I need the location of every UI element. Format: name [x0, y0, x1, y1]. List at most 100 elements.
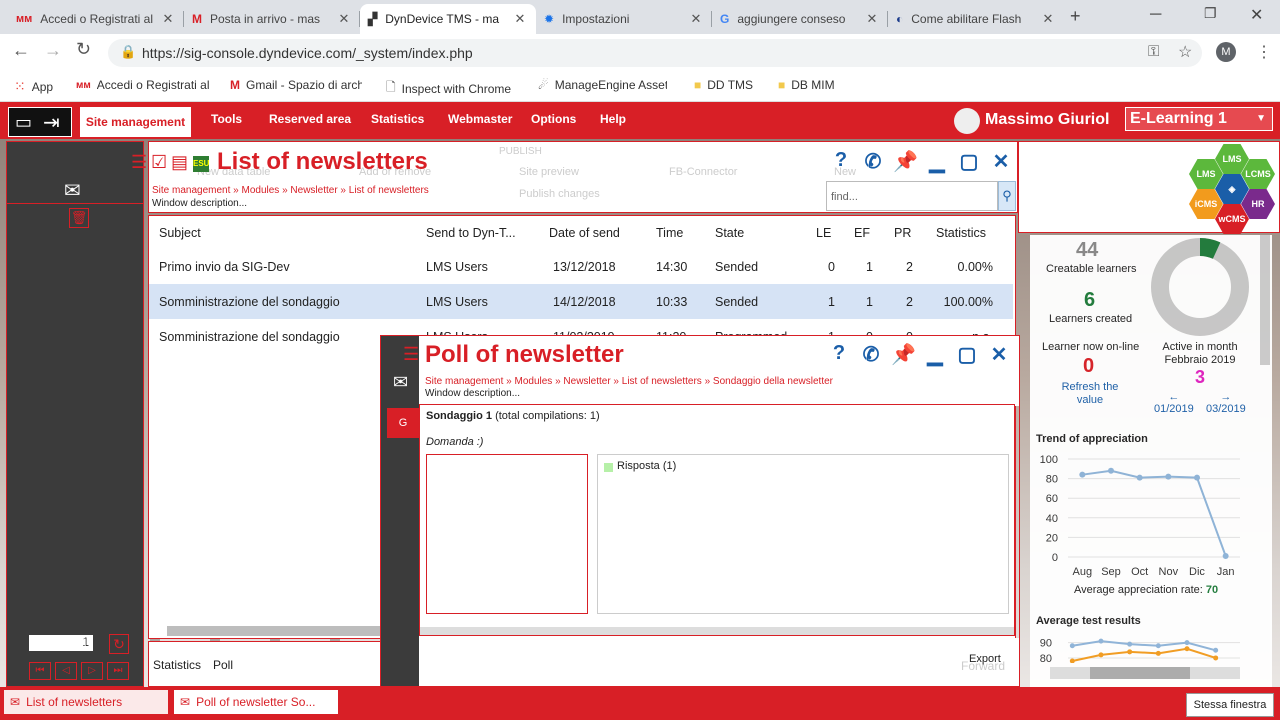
context-select[interactable]: E-Learning 1 ▼ — [1125, 107, 1273, 131]
close-tab-icon[interactable]: ✕ — [160, 11, 176, 27]
pin-icon[interactable]: 📌 — [893, 149, 918, 174]
phone-icon[interactable]: ✆ — [859, 342, 883, 367]
browser-menu-icon[interactable]: ⋮ — [1256, 42, 1272, 62]
bookmark-accedi[interactable]: ᴍᴍ Accedi o Registrati al — [76, 78, 209, 92]
minimize-icon[interactable]: ▁ — [925, 149, 949, 174]
trend-point[interactable] — [1079, 471, 1086, 478]
scroll-thumb[interactable] — [167, 626, 387, 636]
test-point[interactable] — [1069, 658, 1075, 664]
col-state[interactable]: State — [715, 216, 816, 249]
browser-tab-1[interactable]: ᴍᴍ Accedi o Registrati al ✕ — [8, 4, 184, 34]
profile-avatar[interactable]: M — [1216, 42, 1236, 62]
export-button[interactable]: Export — [969, 653, 1001, 665]
maximize-icon[interactable]: ▢ — [955, 342, 979, 367]
test-point[interactable] — [1184, 640, 1190, 646]
test-point[interactable] — [1098, 638, 1104, 644]
close-icon[interactable]: ✕ — [989, 149, 1013, 174]
test-point[interactable] — [1213, 655, 1219, 661]
col-subject[interactable]: Subject — [149, 216, 426, 249]
bookmark-gmail[interactable]: M Gmail - Spazio di arch — [230, 78, 362, 92]
col-ef[interactable]: EF — [854, 216, 894, 249]
test-point[interactable] — [1127, 649, 1133, 655]
nav-help[interactable]: Help — [600, 112, 626, 126]
nav-options[interactable]: Options — [531, 112, 576, 126]
vertical-scrollbar[interactable] — [1260, 235, 1270, 365]
restore-window-icon[interactable]: ❐ — [1204, 5, 1217, 22]
test-point[interactable] — [1127, 641, 1133, 647]
test-point[interactable] — [1155, 643, 1161, 649]
last-page-icon[interactable]: ⏭ — [107, 662, 129, 680]
esu-icon[interactable]: ESU — [193, 156, 209, 172]
test-point[interactable] — [1069, 643, 1075, 649]
test-point[interactable] — [1213, 647, 1219, 653]
trend-point[interactable] — [1194, 474, 1200, 481]
help-icon[interactable]: ? — [827, 342, 851, 365]
footer-link-poll[interactable]: Poll — [213, 658, 233, 672]
next-page-icon[interactable]: ▷ — [81, 662, 103, 680]
nav-tools[interactable]: Tools — [211, 112, 242, 126]
close-window-icon[interactable]: ✕ — [1250, 5, 1263, 25]
trend-point[interactable] — [1222, 553, 1229, 560]
close-tab-icon[interactable]: ✕ — [688, 11, 704, 27]
maximize-icon[interactable]: ▢ — [957, 149, 981, 174]
footer-link-statistics[interactable]: Statistics — [153, 658, 201, 672]
prev-month-link[interactable]: ← 01/2019 — [1154, 391, 1194, 415]
browser-tab-5[interactable]: G aggiungere conseso ✕ — [712, 4, 888, 34]
refresh-value-link[interactable]: Refresh the value — [1060, 381, 1120, 407]
table-row-selected[interactable]: Somministrazione del sondaggio LMS Users… — [149, 284, 1013, 319]
nav-statistics[interactable]: Statistics — [371, 112, 424, 126]
trash-icon[interactable]: 🗑 — [69, 208, 89, 228]
reload-icon[interactable]: ↻ — [76, 39, 91, 60]
taskbar-tab-newsletters[interactable]: ✉ List of newsletters — [4, 690, 168, 714]
col-pr[interactable]: PR — [894, 216, 936, 249]
browser-tab-3[interactable]: ▞ DynDevice TMS - ma ✕ — [360, 4, 536, 34]
forward-arrow-icon[interactable]: → — [44, 40, 62, 61]
bookmark-db-mim[interactable]: ■ DB MIM — [778, 78, 835, 92]
test-point[interactable] — [1098, 652, 1104, 658]
poll-breadcrumb[interactable]: Site management » Modules » Newsletter »… — [425, 376, 833, 387]
col-le[interactable]: LE — [816, 216, 854, 249]
next-month-link[interactable]: → 03/2019 — [1206, 391, 1246, 415]
scroll-thumb[interactable] — [1090, 667, 1190, 679]
browser-tab-6[interactable]: ◐ Come abilitare Flash ✕ — [888, 4, 1064, 34]
test-point[interactable] — [1155, 650, 1161, 656]
first-page-icon[interactable]: ⏮ — [29, 662, 51, 680]
newsletters-breadcrumb[interactable]: Site management » Modules » Newsletter »… — [152, 185, 429, 196]
nav-webmaster[interactable]: Webmaster — [448, 112, 512, 126]
phone-icon[interactable]: ✆ — [861, 149, 885, 174]
user-avatar[interactable] — [954, 108, 980, 134]
back-arrow-icon[interactable]: ← — [12, 40, 30, 61]
col-date[interactable]: Date of send — [549, 216, 656, 249]
test-point[interactable] — [1184, 646, 1190, 652]
newsletter-mail-icon[interactable]: ✉ — [393, 372, 408, 393]
url-field[interactable]: 🔒 https://sig-console.dyndevice.com/_sys… — [108, 39, 1202, 67]
poll-scrollbar[interactable] — [420, 627, 1014, 635]
close-tab-icon[interactable]: ✕ — [1040, 11, 1056, 27]
table-row[interactable]: Primo invio da SIG-Dev LMS Users 13/12/2… — [149, 249, 1013, 284]
bookmark-manageengine[interactable]: ☄ ManageEngine Asset — [538, 78, 667, 92]
nav-site-management[interactable]: Site management — [80, 107, 191, 137]
close-tab-icon[interactable]: ✕ — [336, 11, 352, 27]
col-statistics[interactable]: Statistics — [936, 216, 1013, 249]
pin-icon[interactable]: 📌 — [891, 342, 916, 367]
document-list-icon[interactable]: ▤ — [171, 152, 188, 173]
trend-point[interactable] — [1108, 467, 1114, 474]
bookmark-apps[interactable]: ⁙ App — [14, 78, 53, 95]
browser-tab-4[interactable]: ✹ Impostazioni ✕ — [536, 4, 712, 34]
close-tab-icon[interactable]: ✕ — [864, 11, 880, 27]
search-input[interactable]: find... — [826, 181, 998, 211]
checklist-icon[interactable]: ☑ — [151, 152, 167, 173]
minimize-window-icon[interactable]: ─ — [1150, 6, 1161, 24]
browser-tab-2[interactable]: M Posta in arrivo - mas ✕ — [184, 4, 360, 34]
close-tab-icon[interactable]: ✕ — [512, 11, 528, 27]
taskbar-tab-poll[interactable]: ✉ Poll of newsletter So... — [174, 690, 338, 714]
bookmark-star-icon[interactable]: ☆ — [1178, 42, 1192, 62]
window-menu-icon[interactable]: ☰ — [403, 344, 419, 365]
prev-page-icon[interactable]: ◁ — [55, 662, 77, 680]
col-time[interactable]: Time — [656, 216, 715, 249]
new-tab-icon[interactable]: + — [1070, 6, 1081, 27]
col-send-to[interactable]: Send to Dyn-T... — [426, 216, 549, 249]
nav-reserved-area[interactable]: Reserved area — [269, 112, 351, 126]
bookmark-inspect[interactable]: 🗋 Inspect with Chrome — [386, 78, 511, 99]
app-logo[interactable]: ▭ ⇥ — [8, 107, 72, 137]
